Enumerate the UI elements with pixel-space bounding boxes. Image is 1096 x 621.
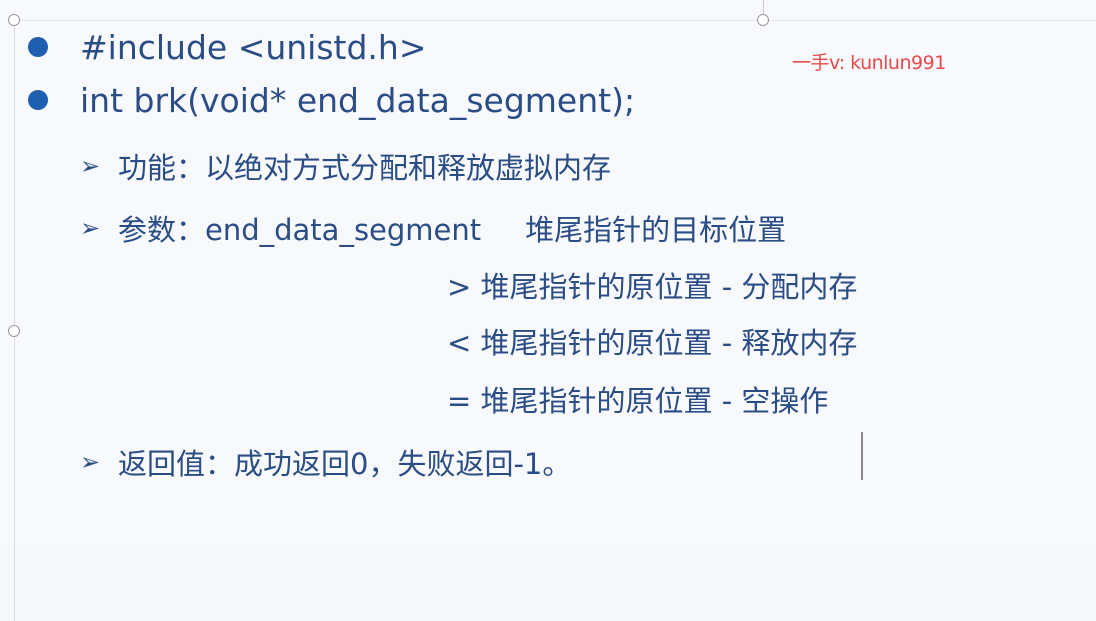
- sub-item-function: ➢ 功能：以绝对方式分配和释放虚拟内存: [80, 146, 611, 186]
- sub-item-return: ➢ 返回值：成功返回0，失败返回-1。: [80, 442, 571, 482]
- condition-less: < 堆尾指针的原位置 - 释放内存: [447, 326, 858, 360]
- arrow-right-icon: ➢: [80, 448, 101, 476]
- bullet-dot-icon: [28, 90, 48, 110]
- bullet-include: #include <unistd.h>: [28, 22, 426, 72]
- watermark-text: 一手v: kunlun991: [792, 52, 946, 74]
- prototype-text: int brk(void* end_data_segment);: [80, 80, 636, 120]
- bullet-dot-icon: [28, 37, 48, 57]
- arrow-right-icon: ➢: [80, 214, 101, 242]
- rotation-handle-stem: [763, 0, 764, 14]
- arrow-right-icon: ➢: [80, 152, 101, 180]
- resize-handle-middle-left[interactable]: [8, 325, 20, 337]
- sub-item-params: ➢ 参数：end_data_segment 堆尾指针的目标位置: [80, 208, 786, 248]
- return-text: 返回值：成功返回0，失败返回-1。: [118, 447, 572, 481]
- text-cursor: [861, 432, 863, 480]
- include-text: #include <unistd.h>: [80, 27, 427, 67]
- resize-handle-top-center[interactable]: [757, 14, 769, 26]
- condition-equal: = 堆尾指针的原位置 - 空操作: [447, 384, 829, 418]
- params-desc: 堆尾指针的目标位置: [525, 213, 787, 247]
- slide: 一手v: kunlun991 #include <unistd.h> int b…: [0, 0, 1096, 621]
- condition-greater: > 堆尾指针的原位置 - 分配内存: [447, 270, 858, 304]
- resize-handle-top-left[interactable]: [8, 14, 20, 26]
- function-text: 功能：以绝对方式分配和释放虚拟内存: [118, 151, 612, 185]
- bullet-prototype: int brk(void* end_data_segment);: [28, 75, 635, 125]
- params-label: 参数：end_data_segment: [118, 213, 482, 247]
